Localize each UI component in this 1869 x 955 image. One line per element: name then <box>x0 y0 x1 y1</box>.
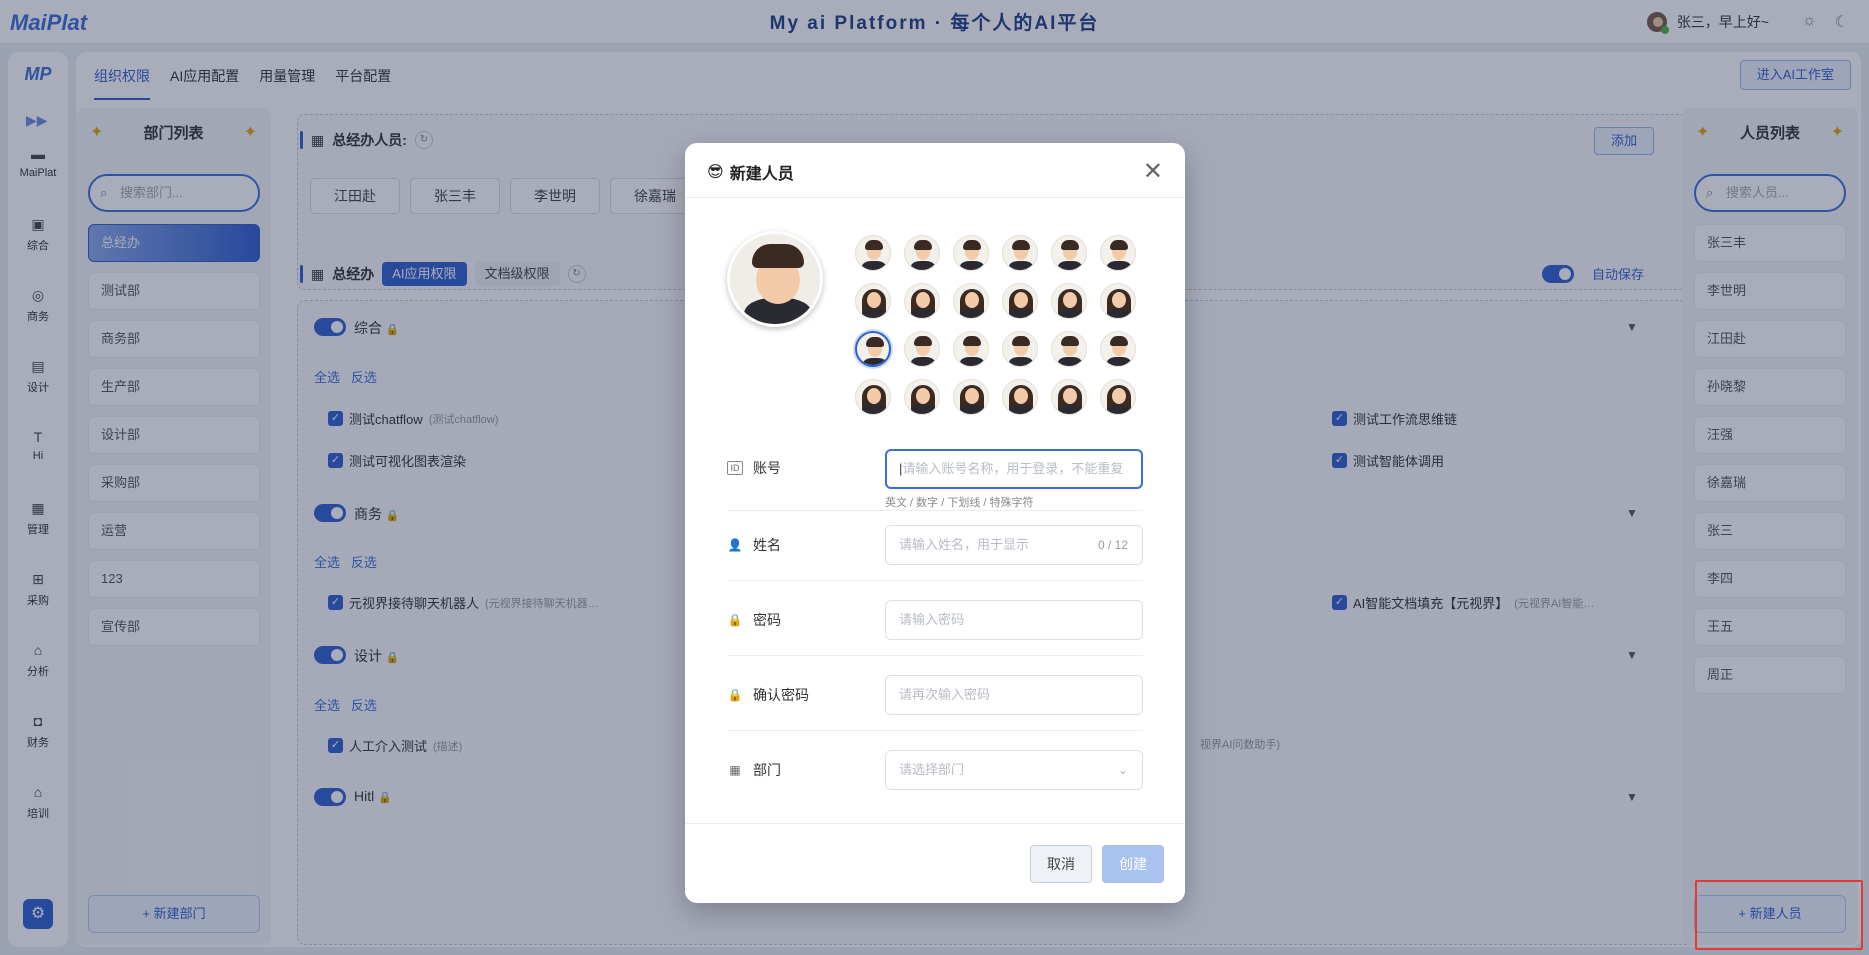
confirm-password-input[interactable]: 请再次输入密码 <box>885 675 1143 715</box>
avatar-option[interactable] <box>1100 283 1136 319</box>
avatar-option[interactable] <box>1100 331 1136 367</box>
avatar-option[interactable] <box>855 331 891 367</box>
avatar-option[interactable] <box>855 235 891 271</box>
selected-avatar-preview <box>727 231 823 327</box>
avatar-option[interactable] <box>1051 331 1087 367</box>
name-label: 👤 姓名 <box>727 537 781 553</box>
chevron-down-icon: ⌄ <box>1117 763 1128 777</box>
avatar-option[interactable] <box>1002 379 1038 415</box>
avatar-option[interactable] <box>953 235 989 271</box>
avatar-option[interactable] <box>1002 283 1038 319</box>
password-label: 🔒 密码 <box>727 612 781 628</box>
account-input[interactable]: |请输入账号名称，用于登录，不能重复 <box>885 449 1143 489</box>
account-hint: 英文 / 数字 / 下划线 / 特殊字符 <box>885 497 1034 509</box>
avatar-option[interactable] <box>904 235 940 271</box>
avatar-option[interactable] <box>953 379 989 415</box>
new-person-highlight <box>1695 880 1863 950</box>
name-input[interactable]: 请输入姓名，用于显示 0 / 12 <box>885 525 1143 565</box>
avatar-option[interactable] <box>904 379 940 415</box>
modal-title: 😎 新建人员 <box>707 164 794 183</box>
avatar-option[interactable] <box>855 379 891 415</box>
cool-face-icon: 😎 <box>707 164 724 181</box>
avatar-option[interactable] <box>1100 235 1136 271</box>
building-icon: ▦ <box>729 763 741 777</box>
user-icon: 👤 <box>727 538 743 552</box>
cancel-button[interactable]: 取消 <box>1030 845 1092 883</box>
confirm-password-label: 🔒 确认密码 <box>727 687 809 703</box>
divider <box>685 197 1185 198</box>
avatar-option[interactable] <box>1002 331 1038 367</box>
close-icon[interactable]: ✕ <box>1143 157 1163 186</box>
avatar-option[interactable] <box>1051 235 1087 271</box>
dept-label: ▦ 部门 <box>727 760 781 780</box>
lock-icon: 🔒 <box>727 613 743 627</box>
avatar-option[interactable] <box>904 283 940 319</box>
dept-select[interactable]: 请选择部门 ⌄ <box>885 750 1143 790</box>
id-card-icon: ID <box>727 461 743 475</box>
divider <box>685 823 1185 824</box>
new-person-modal: 😎 新建人员 ✕ ID 账号 |请输入账号名称，用于登录，不能重复 英文 / 数字 … <box>685 143 1185 903</box>
avatar-option[interactable] <box>1051 379 1087 415</box>
avatar-option[interactable] <box>953 331 989 367</box>
name-char-counter: 0 / 12 <box>1097 538 1128 552</box>
password-input[interactable]: 请输入密码 <box>885 600 1143 640</box>
avatar-option[interactable] <box>1100 379 1136 415</box>
avatar-option[interactable] <box>953 283 989 319</box>
lock-icon: 🔒 <box>727 688 743 702</box>
avatar-option[interactable] <box>1002 235 1038 271</box>
avatar-option[interactable] <box>1051 283 1087 319</box>
account-label: ID 账号 <box>727 458 781 478</box>
avatar-option[interactable] <box>855 283 891 319</box>
avatar-option[interactable] <box>904 331 940 367</box>
create-button[interactable]: 创建 <box>1102 845 1164 883</box>
